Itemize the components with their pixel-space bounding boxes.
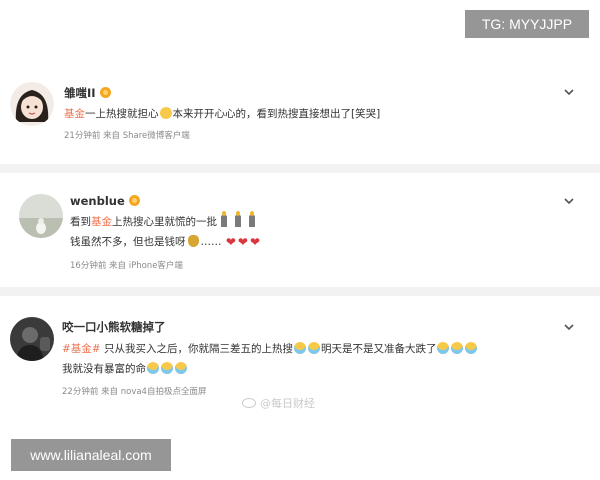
comment-meta: 16分钟前 来自 iPhone客户端 <box>70 261 183 271</box>
crying-laughing-icon <box>147 362 159 374</box>
topic-link[interactable]: #基金# <box>62 343 101 355</box>
weibo-eye-icon <box>242 398 256 408</box>
avatar[interactable] <box>19 194 63 238</box>
comment-card: 咬一口小熊软糖掉了 #基金# 只从我买入之后，你就隔三差五的上热搜 明天是不是又准… <box>0 305 600 405</box>
username[interactable]: 雏嗤II <box>64 85 111 101</box>
broken-heart-icon: ❤ <box>237 235 248 249</box>
comment-card: 雏嗤II 基金一上热搜就担心 本来开开心心的，看到热搜直接想出了[笑哭] 21分钟… <box>0 72 600 162</box>
crying-laughing-icon <box>451 342 464 354</box>
comment-text: #基金# 只从我买入之后，你就隔三差五的上热搜 明天是不是又准备大跌了 <box>62 341 478 357</box>
comment-meta: 22分钟前 来自 nova4自拍极点全面屏 <box>62 387 207 397</box>
comment-card: wenblue 看到基金上热搜心里就慌的一批 钱虽然不多，但也是钱呀…… ❤ ❤ ❤… <box>0 182 600 282</box>
chevron-down-icon[interactable] <box>562 320 576 334</box>
chevron-down-icon[interactable] <box>562 85 576 99</box>
crying-laughing-icon <box>293 342 306 354</box>
candle-icon <box>221 211 227 227</box>
comment-text: 看到基金上热搜心里就慌的一批 <box>70 211 259 230</box>
comment-text: 我就没有暴富的命 <box>62 361 188 377</box>
weibo-watermark: @每日财经 <box>242 395 315 411</box>
tg-watermark: TG: MYYJJPP <box>465 10 589 38</box>
site-watermark: www.lilianaleal.com <box>11 439 171 471</box>
divider <box>0 164 600 173</box>
crying-laughing-icon <box>307 342 320 354</box>
username[interactable]: wenblue <box>70 194 140 208</box>
topic-link[interactable]: 基金 <box>91 216 112 228</box>
vip-badge-icon <box>128 195 140 206</box>
topic-link[interactable]: 基金 <box>64 108 85 120</box>
crying-laughing-icon <box>175 362 187 374</box>
emoji-icon <box>159 107 172 119</box>
divider <box>0 287 600 296</box>
crying-laughing-icon <box>161 362 173 374</box>
comment-text: 基金一上热搜就担心 本来开开心心的，看到热搜直接想出了[笑哭] <box>64 107 381 120</box>
broken-heart-icon: ❤ <box>249 235 261 249</box>
vip-badge-icon <box>99 87 111 98</box>
candle-icon <box>235 211 241 227</box>
money-bag-icon <box>187 235 199 247</box>
broken-heart-icon: ❤ <box>225 235 236 249</box>
candle-icon <box>249 211 255 227</box>
avatar[interactable] <box>10 82 54 126</box>
comment-meta: 21分钟前 来自 Share微博客户端 <box>64 131 190 141</box>
chevron-down-icon[interactable] <box>562 194 576 208</box>
comment-text: 钱虽然不多，但也是钱呀…… ❤ ❤ ❤ <box>70 235 261 249</box>
username[interactable]: 咬一口小熊软糖掉了 <box>62 319 166 335</box>
crying-laughing-icon <box>437 342 450 354</box>
crying-laughing-icon <box>465 342 478 354</box>
avatar[interactable] <box>10 317 54 361</box>
